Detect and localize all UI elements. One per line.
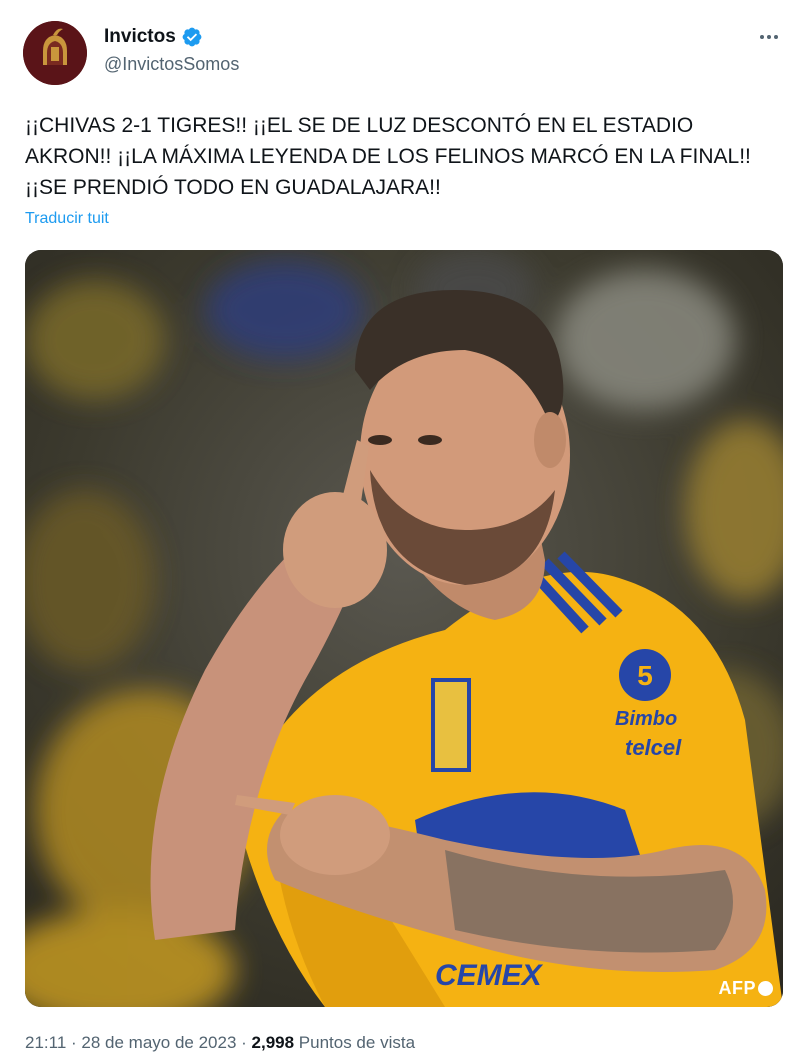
more-options-button[interactable] — [756, 24, 782, 50]
tweet-text-line: AKRON!! ¡¡LA MÁXIMA LEYENDA DE LOS FELIN… — [25, 145, 751, 168]
author-avatar[interactable] — [23, 21, 87, 85]
author-handle[interactable]: @InvictosSomos — [104, 54, 239, 75]
meta-separator: · — [66, 1033, 82, 1052]
tweet-date[interactable]: 28 de mayo de 2023 — [81, 1033, 236, 1052]
dot-icon — [760, 35, 764, 39]
jersey-sponsor-text: telcel — [625, 735, 682, 760]
verified-badge-icon — [182, 27, 202, 47]
jersey-brand-text: Bimbo — [615, 708, 677, 730]
svg-text:5: 5 — [637, 660, 653, 691]
tweet-photo[interactable]: 5 Bimbo telcel CEMEX AFP — [25, 250, 783, 1007]
author-name-row[interactable]: Invictos — [104, 26, 203, 48]
tweet-metadata: 21:11 · 28 de mayo de 2023 · 2,998 Punto… — [25, 1033, 415, 1053]
views-count: 2,998 — [251, 1033, 295, 1052]
dot-icon — [767, 35, 771, 39]
afp-watermark-text: AFP — [718, 978, 756, 998]
tweet-text-line: ¡¡SE PRENDIÓ TODO EN GUADALAJARA!! — [25, 176, 441, 199]
tweet-time[interactable]: 21:11 — [25, 1033, 66, 1052]
helmet-logo-icon — [23, 21, 87, 85]
dot-icon — [774, 35, 778, 39]
translate-tweet-link[interactable]: Traducir tuit — [25, 210, 109, 228]
tweet-text-line: ¡¡CHIVAS 2-1 TIGRES!! ¡¡EL SE DE LUZ DES… — [25, 114, 694, 137]
meta-separator: · — [236, 1033, 252, 1052]
player-photo-illustration: 5 Bimbo telcel CEMEX — [25, 250, 783, 1007]
afp-watermark: AFP — [718, 978, 773, 999]
afp-dot-icon — [758, 981, 773, 996]
jersey-front-text: CEMEX — [435, 959, 544, 992]
views-label: Puntos de vista — [294, 1033, 416, 1052]
author-name[interactable]: Invictos — [104, 26, 176, 48]
tweet-text: ¡¡CHIVAS 2-1 TIGRES!! ¡¡EL SE DE LUZ DES… — [25, 110, 785, 203]
